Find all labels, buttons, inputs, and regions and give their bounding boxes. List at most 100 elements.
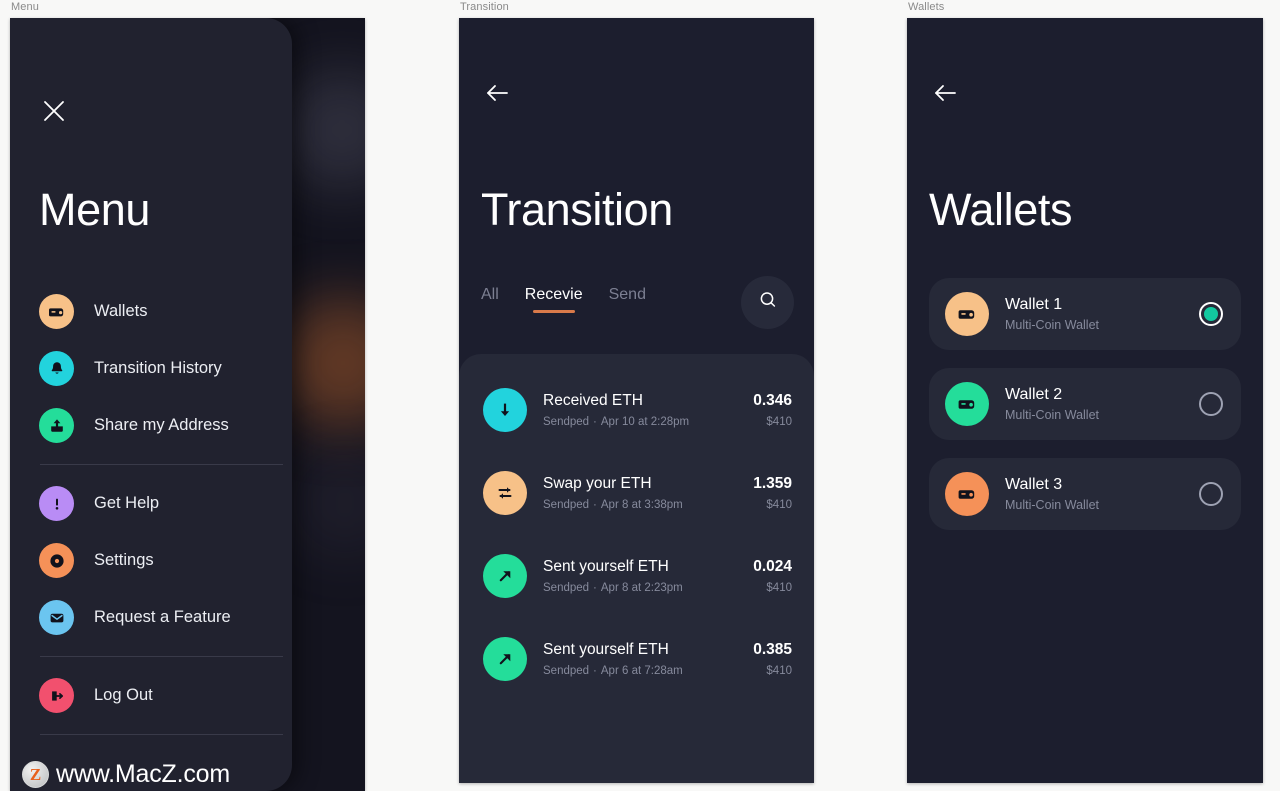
caption-wallets: Wallets: [908, 1, 945, 13]
wallet-info: Wallet 3 Multi-Coin Wallet: [1005, 476, 1199, 512]
transaction-amount: 0.346: [753, 391, 792, 409]
bell-icon: [39, 351, 74, 386]
transaction-date: Apr 8 at 2:23pm: [600, 581, 683, 594]
wallet-name: Wallet 1: [1005, 296, 1063, 313]
transaction-status: Sendped: [543, 498, 590, 511]
arrow-left-icon[interactable]: [483, 80, 513, 111]
menu-item-transition-history[interactable]: Transition History: [10, 340, 292, 397]
watermark-text: www.MacZ.com: [56, 760, 231, 788]
menu-item-get-help[interactable]: Get Help: [10, 475, 292, 532]
menu-item-settings[interactable]: Settings: [10, 532, 292, 589]
transaction-date: Apr 6 at 7:28am: [600, 664, 683, 677]
wallet-subtitle: Multi-Coin Wallet: [1005, 498, 1100, 512]
arrow-down-icon: [483, 387, 527, 432]
screenshot-stage: Menu Transition Wallets Menu Wallets Tra…: [0, 0, 1280, 791]
menu-item-request-a-feature[interactable]: Request a Feature: [10, 589, 292, 646]
transaction-name: Swap your ETH: [543, 474, 652, 492]
transaction-amount: 1.359: [753, 474, 792, 492]
wallet-icon: [39, 294, 74, 329]
wallet-icon: [945, 292, 989, 336]
wallets-screen: Wallets Wallet 1 Multi-Coin Wallet Walle…: [907, 18, 1263, 783]
menu-item-wallets[interactable]: Wallets: [10, 283, 292, 340]
wallet-icon: [945, 472, 989, 516]
page-title: Menu: [39, 184, 150, 235]
list-item[interactable]: Wallet 3 Multi-Coin Wallet: [929, 458, 1241, 530]
menu-list: Wallets Transition History Share my Addr…: [10, 283, 292, 745]
search-button[interactable]: [741, 276, 794, 329]
transaction-info: Sent yourself ETH Sendped · Apr 8 at 2:23p…: [543, 558, 744, 594]
transaction-status: Sendped: [543, 415, 590, 428]
transaction-values: 0.346 $410: [744, 392, 792, 428]
wallet-info: Wallet 1 Multi-Coin Wallet: [1005, 296, 1199, 332]
filter-tabs: All Recevie Send: [481, 286, 646, 313]
transaction-meta: Sendped · Apr 8 at 2:23pm: [543, 581, 683, 594]
arrow-up-right-icon: [483, 553, 527, 598]
transaction-values: 0.385 $410: [744, 641, 792, 677]
transaction-meta: Sendped · Apr 6 at 7:28am: [543, 664, 683, 677]
close-icon[interactable]: [41, 98, 67, 124]
caption-transition: Transition: [460, 1, 509, 13]
menu-drawer: Menu Wallets Transition History Share my…: [10, 18, 292, 791]
transaction-fiat: $410: [766, 664, 792, 677]
menu-divider: [40, 464, 283, 465]
transaction-info: Swap your ETH Sendped · Apr 8 at 3:38pm: [543, 475, 744, 511]
transaction-fiat: $410: [766, 498, 792, 511]
background-glow-lower: [290, 448, 365, 558]
menu-screen: Menu Wallets Transition History Share my…: [10, 18, 365, 791]
transaction-date: Apr 8 at 3:38pm: [600, 498, 683, 511]
transaction-date: Apr 10 at 2:28pm: [600, 415, 690, 428]
list-item[interactable]: Wallet 1 Multi-Coin Wallet: [929, 278, 1241, 350]
transaction-list: Received ETH Sendped · Apr 10 at 2:28pm 0.…: [459, 354, 814, 783]
arrow-up-right-icon: [483, 636, 527, 681]
transaction-meta: Sendped · Apr 8 at 3:38pm: [543, 498, 683, 511]
transaction-status: Sendped: [543, 664, 590, 677]
tab-all[interactable]: All: [481, 286, 499, 313]
wallet-name: Wallet 2: [1005, 386, 1063, 403]
transaction-amount: 0.385: [753, 640, 792, 658]
table-row[interactable]: Swap your ETH Sendped · Apr 8 at 3:38pm 1.…: [459, 451, 814, 534]
menu-item-label: Request a Feature: [94, 608, 231, 626]
share-upload-icon: [39, 408, 74, 443]
transaction-amount: 0.024: [753, 557, 792, 575]
menu-divider: [40, 734, 283, 735]
watermark: Z www.MacZ.com: [22, 760, 230, 789]
table-row[interactable]: Received ETH Sendped · Apr 10 at 2:28pm 0.…: [459, 368, 814, 451]
menu-item-label: Transition History: [94, 359, 222, 377]
menu-item-share-my-address[interactable]: Share my Address: [10, 397, 292, 454]
transaction-name: Sent yourself ETH: [543, 557, 669, 575]
wallet-info: Wallet 2 Multi-Coin Wallet: [1005, 386, 1199, 422]
page-title: Wallets: [929, 184, 1073, 235]
transaction-status: Sendped: [543, 581, 590, 594]
menu-divider: [40, 656, 283, 657]
caption-menu: Menu: [11, 1, 39, 13]
tab-send[interactable]: Send: [609, 286, 646, 313]
wallet-icon: [945, 382, 989, 426]
background-glow-top: [282, 70, 365, 190]
page-title: Transition: [481, 184, 673, 235]
transaction-info: Received ETH Sendped · Apr 10 at 2:28pm: [543, 392, 744, 428]
wallet-radio-selected[interactable]: [1199, 302, 1223, 326]
wallet-subtitle: Multi-Coin Wallet: [1005, 408, 1100, 422]
logout-icon: [39, 678, 74, 713]
wallet-radio[interactable]: [1199, 392, 1223, 416]
table-row[interactable]: Sent yourself ETH Sendped · Apr 8 at 2:23p…: [459, 534, 814, 617]
menu-item-log-out[interactable]: Log Out: [10, 667, 292, 724]
table-row[interactable]: Sent yourself ETH Sendped · Apr 6 at 7:28a…: [459, 617, 814, 700]
envelope-icon: [39, 600, 74, 635]
arrow-left-icon[interactable]: [931, 80, 961, 111]
menu-item-label: Settings: [94, 551, 154, 569]
search-icon: [757, 289, 779, 316]
transaction-name: Sent yourself ETH: [543, 640, 669, 658]
wallet-subtitle: Multi-Coin Wallet: [1005, 318, 1100, 332]
swap-icon: [483, 470, 527, 515]
menu-item-label: Log Out: [94, 686, 153, 704]
transition-screen: Transition All Recevie Send Received ETH…: [459, 18, 814, 783]
transaction-values: 0.024 $410: [744, 558, 792, 594]
exclamation-icon: [39, 486, 74, 521]
tab-recevie[interactable]: Recevie: [525, 286, 583, 313]
transaction-fiat: $410: [766, 415, 792, 428]
list-item[interactable]: Wallet 2 Multi-Coin Wallet: [929, 368, 1241, 440]
macz-logo-icon: Z: [22, 761, 49, 788]
wallet-name: Wallet 3: [1005, 476, 1063, 493]
wallet-radio[interactable]: [1199, 482, 1223, 506]
